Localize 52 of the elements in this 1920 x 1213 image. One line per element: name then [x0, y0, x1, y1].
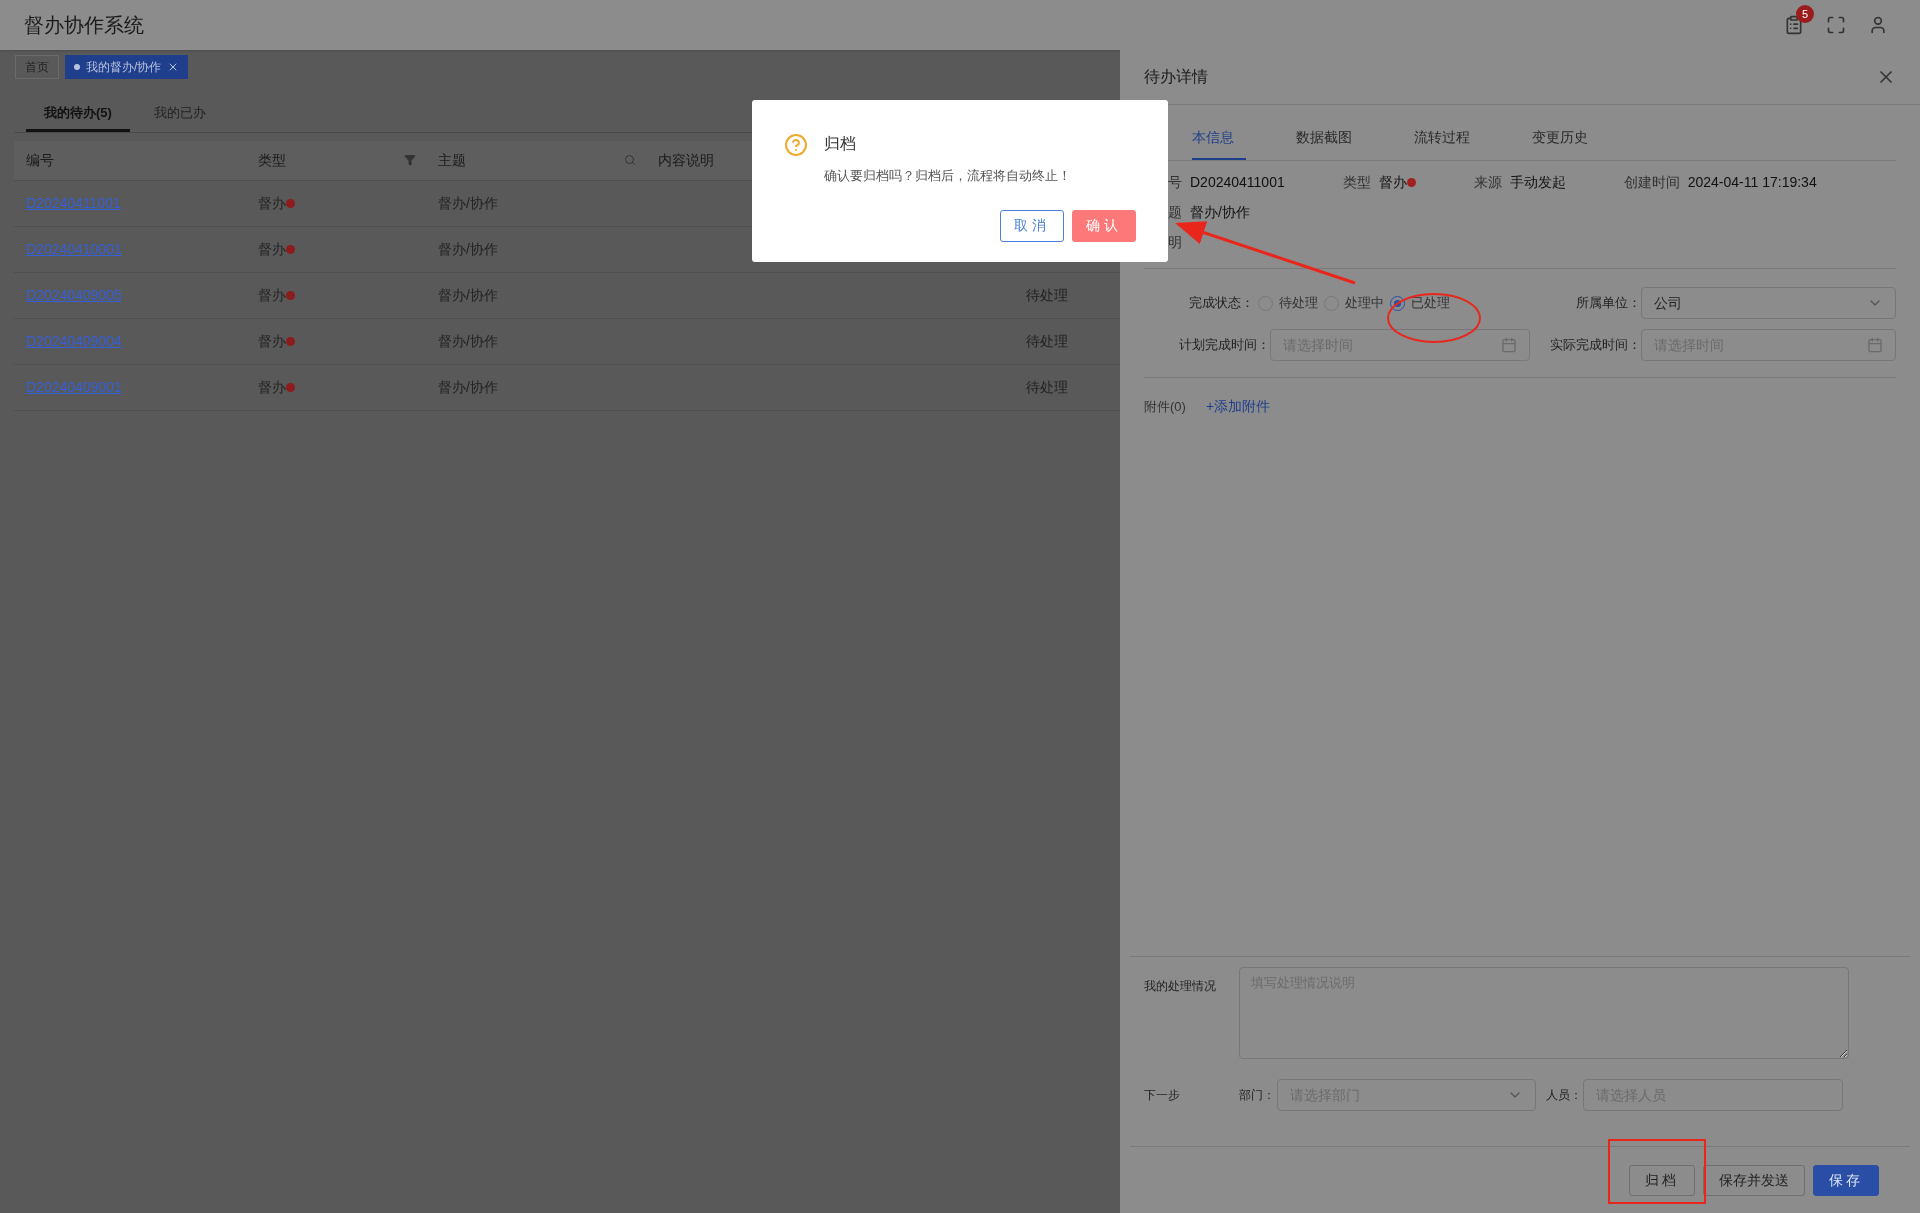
action-button[interactable]: 保存并发送: [1703, 1164, 1805, 1196]
unit-select[interactable]: 公司: [1641, 287, 1896, 319]
column-header: 主题: [438, 150, 466, 170]
notification-badge: 5: [1796, 5, 1814, 23]
form-label: 下一步: [1144, 1087, 1181, 1104]
field-label: 创建时间: [1623, 173, 1680, 192]
field-value: 手动发起: [1509, 173, 1566, 192]
app-title: 督办协作系统: [24, 13, 144, 38]
calendar-icon: [1501, 337, 1518, 353]
radio-option[interactable]: 已处理: [1389, 293, 1450, 313]
page-tab[interactable]: 我的督办/协作: [65, 55, 189, 79]
list-tab[interactable]: 我的待办(5): [26, 97, 130, 132]
form-label: 部门：: [1239, 1087, 1276, 1104]
form-label: 我的处理情况: [1144, 978, 1217, 995]
field-label: 号: [1168, 173, 1182, 192]
fullscreen-icon[interactable]: [1826, 15, 1846, 35]
notification-icon[interactable]: [1784, 15, 1804, 35]
field-value: D20240411001: [1190, 173, 1285, 192]
radio-option[interactable]: 处理中: [1323, 293, 1384, 313]
user-icon[interactable]: [1868, 15, 1888, 35]
cancel-button[interactable]: 取消: [1000, 209, 1064, 242]
action-button[interactable]: 归档: [1629, 1164, 1695, 1196]
drawer-tab[interactable]: 流转过程: [1402, 117, 1482, 160]
field-value: 2024-04-11 17:19:34: [1687, 173, 1817, 192]
field-label: 类型: [1342, 173, 1371, 192]
field-label: 明: [1168, 233, 1182, 252]
radio-option[interactable]: 待处理: [1257, 293, 1318, 313]
form-label: 计划完成时间：: [1177, 336, 1270, 355]
dialog-message: 确认要归档吗？归档后，流程将自动终止！: [824, 167, 1071, 185]
add-attachment-link[interactable]: +添加附件: [1205, 396, 1271, 417]
form-label: 完成状态：: [1187, 294, 1254, 313]
field-value: 督办/协作: [1190, 203, 1250, 222]
drawer-title: 待办详情: [1144, 67, 1208, 87]
filter-icon[interactable]: [404, 154, 416, 166]
drawer-tab[interactable]: 数据截图: [1284, 117, 1364, 160]
field-value: 督办: [1378, 173, 1407, 192]
drawer-tab[interactable]: 本信息: [1192, 117, 1246, 160]
save-button[interactable]: 保存: [1813, 1164, 1879, 1196]
attachments-label: 附件(0): [1144, 397, 1186, 416]
column-header: 类型: [258, 150, 286, 170]
field-label: 题: [1168, 203, 1182, 222]
calendar-icon: [1867, 337, 1883, 353]
question-icon: [784, 133, 808, 157]
form-label: 实际完成时间：: [1549, 336, 1642, 355]
column-header: 编号: [26, 150, 54, 170]
field-label: 来源: [1473, 173, 1502, 192]
form-label: 所属单位：: [1575, 294, 1642, 313]
drawer-tab[interactable]: 变更历史: [1520, 117, 1600, 160]
confirm-button[interactable]: 确认: [1072, 209, 1136, 242]
column-header: 内容说明: [658, 150, 714, 170]
dialog-title: 归档: [824, 134, 857, 154]
form-label: 人员：: [1546, 1087, 1583, 1104]
